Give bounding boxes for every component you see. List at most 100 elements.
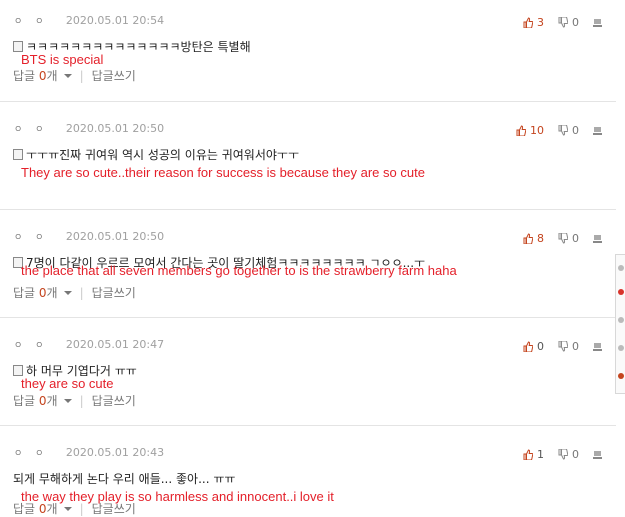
thumbs-down-icon [558,16,568,28]
reply-toggle[interactable]: 답글 0개 [13,500,58,517]
reply-label: 답글 [13,502,39,516]
reply-suffix: 개 [46,69,58,83]
downvote-button[interactable]: 0 [558,124,579,137]
comment-text: ㅜㅜㅠ진짜 귀여워 역시 성공의 이유는 귀여워서야ㅜㅜ [13,146,299,163]
dropdown-caret-icon[interactable] [63,73,72,78]
comment-author[interactable]: ㅇ ㅇ [14,14,48,27]
upvote-count: 1 [537,447,544,461]
comment-body: 되게 무해하게 논다 우리 애들... 좋아... ㅠㅠ [13,472,236,486]
comment-translation: they are so cute [21,376,114,391]
reply-row: 답글 0개 | 답글쓰기 [13,284,136,301]
reply-toggle[interactable]: 답글 0개 [13,392,58,409]
separator: | [79,501,84,516]
thumbs-down-icon [558,340,568,352]
vote-bar: 8 0 [523,230,602,246]
report-icon[interactable] [593,342,602,351]
report-icon[interactable] [593,18,602,27]
document-icon [13,41,23,52]
comment-author[interactable]: ㅇ ㅇ [14,338,48,351]
side-toolbar-dot[interactable] [618,317,624,323]
comment-author[interactable]: ㅇ ㅇ [14,230,48,243]
upvote-count: 10 [530,123,544,137]
comment-meta: ㅇ ㅇ 2020.05.01 20:43 [14,446,164,462]
side-toolbar-dot[interactable] [618,373,624,379]
comment-meta: ㅇ ㅇ 2020.05.01 20:47 [14,338,164,354]
comment-translation: They are so cute..their reason for succe… [21,165,425,180]
thumbs-down-icon [558,124,568,136]
write-reply-link[interactable]: 답글쓰기 [92,500,136,517]
comment-time: 2020.05.01 20:43 [65,446,165,459]
reply-count: 0 [38,69,47,83]
upvote-count: 0 [537,339,544,353]
write-reply-link[interactable]: 답글쓰기 [92,284,136,301]
document-icon [13,365,23,376]
dropdown-caret-icon[interactable] [63,506,72,511]
report-icon[interactable] [593,234,602,243]
reply-row: 답글 0개 | 답글쓰기 [13,67,136,84]
downvote-button[interactable]: 0 [558,232,579,245]
report-icon[interactable] [593,126,602,135]
write-reply-link[interactable]: 답글쓰기 [92,67,136,84]
downvote-count: 0 [572,15,579,29]
thumbs-up-icon [516,124,526,136]
thumbs-down-icon [558,232,568,244]
upvote-count: 3 [537,15,544,29]
comment-time: 2020.05.01 20:54 [65,14,165,27]
upvote-button[interactable]: 3 [523,16,544,29]
vote-bar: 0 0 [523,338,602,354]
comment-item: ㅇ ㅇ 2020.05.01 20:43 1 0 되게 무해하게 논다 우리 애… [0,426,616,517]
downvote-count: 0 [572,447,579,461]
comment-author[interactable]: ㅇ ㅇ [14,446,48,459]
separator: | [79,393,84,408]
comment-item: ㅇ ㅇ 2020.05.01 20:47 0 0 하 머무 기엽다거 ㅠㅠ th… [0,318,616,426]
reply-suffix: 개 [46,502,58,516]
comment-time: 2020.05.01 20:50 [65,122,165,135]
separator: | [79,68,84,83]
reply-suffix: 개 [46,286,58,300]
downvote-button[interactable]: 0 [558,16,579,29]
report-icon[interactable] [593,450,602,459]
document-icon [13,149,23,160]
upvote-button[interactable]: 0 [523,340,544,353]
thumbs-up-icon [523,448,533,460]
separator: | [79,285,84,300]
upvote-button[interactable]: 10 [516,124,544,137]
comment-body: ㅜㅜㅠ진짜 귀여워 역시 성공의 이유는 귀여워서야ㅜㅜ [26,148,299,162]
side-toolbar-dot[interactable] [618,345,624,351]
reply-label: 답글 [13,286,39,300]
vote-bar: 1 0 [523,446,602,462]
side-toolbar-dot[interactable] [618,289,624,295]
reply-label: 답글 [13,394,39,408]
vote-bar: 10 0 [516,122,602,138]
thumbs-up-icon [523,340,533,352]
downvote-button[interactable]: 0 [558,340,579,353]
upvote-button[interactable]: 1 [523,448,544,461]
side-toolbar-dot[interactable] [618,265,624,271]
side-toolbar[interactable] [615,254,625,394]
vote-bar: 3 0 [523,14,602,30]
reply-count: 0 [38,394,47,408]
dropdown-caret-icon[interactable] [63,290,72,295]
comment-time: 2020.05.01 20:47 [65,338,165,351]
comment-meta: ㅇ ㅇ 2020.05.01 20:50 [14,122,164,138]
downvote-count: 0 [572,123,579,137]
reply-row: 답글 0개 | 답글쓰기 [13,500,136,517]
reply-toggle[interactable]: 답글 0개 [13,67,58,84]
reply-toggle[interactable]: 답글 0개 [13,284,58,301]
write-reply-link[interactable]: 답글쓰기 [92,392,136,409]
comment-meta: ㅇ ㅇ 2020.05.01 20:54 [14,14,164,30]
comment-translation: BTS is special [21,52,104,67]
thumbs-down-icon [558,448,568,460]
dropdown-caret-icon[interactable] [63,398,72,403]
comment-author[interactable]: ㅇ ㅇ [14,122,48,135]
comment-item: ㅇ ㅇ 2020.05.01 20:50 8 0 7명이 다같이 우르르 모여서… [0,210,616,318]
comment-text: 되게 무해하게 논다 우리 애들... 좋아... ㅠㅠ [13,470,235,487]
comment-meta: ㅇ ㅇ 2020.05.01 20:50 [14,230,164,246]
thumbs-up-icon [523,232,533,244]
reply-label: 답글 [13,69,39,83]
comment-time: 2020.05.01 20:50 [65,230,165,243]
downvote-button[interactable]: 0 [558,448,579,461]
downvote-count: 0 [572,339,579,353]
comment-item: ㅇ ㅇ 2020.05.01 20:50 10 0 ㅜㅜㅠ진짜 귀여워 역시 성… [0,102,616,210]
upvote-button[interactable]: 8 [523,232,544,245]
